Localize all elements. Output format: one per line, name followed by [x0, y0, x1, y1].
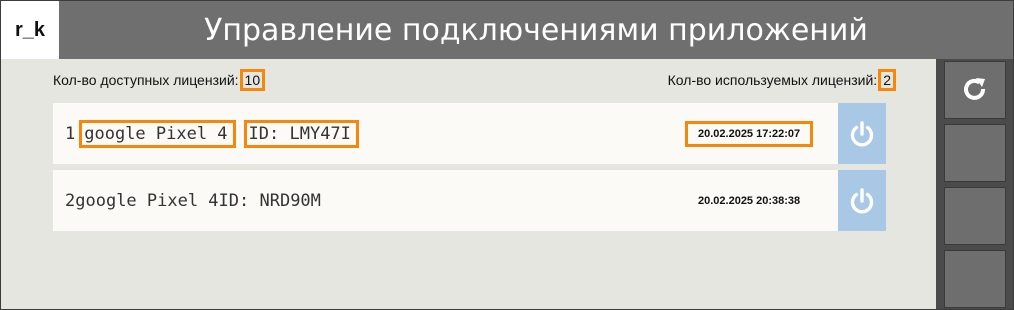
sidebar-button-4[interactable]	[944, 250, 1006, 308]
used-licenses-label: Кол-во используемых лицензий:	[667, 72, 878, 88]
app-window: r_k Управление подключениями приложений …	[0, 0, 1014, 310]
device-name: google Pixel 4	[75, 190, 219, 211]
disconnect-button[interactable]	[838, 170, 886, 231]
refresh-button[interactable]	[944, 61, 1006, 119]
connection-index: 1	[65, 123, 76, 144]
device-id: ID: NRD90M	[218, 190, 321, 211]
main-panel: Кол-во доступных лицензий: 10 Кол-во исп…	[1, 59, 936, 309]
refresh-icon	[964, 78, 986, 100]
datetime-value: 20.02.2025 17:22:07	[685, 120, 814, 147]
device-name: google Pixel 4	[79, 119, 236, 148]
connection-index: 2	[65, 190, 76, 211]
connection-row: 1 google Pixel 4 ID: LMY47I 20.02.2025 17:…	[53, 103, 886, 164]
header-bar: r_k Управление подключениями приложений	[1, 1, 1013, 59]
connection-datetime: 20.02.2025 17:22:07	[685, 103, 814, 164]
connection-info: 2 google Pixel 4 ID: NRD90M	[65, 170, 321, 231]
datetime-value: 20.02.2025 20:38:38	[698, 194, 801, 207]
connection-info: 1 google Pixel 4 ID: LMY47I	[65, 103, 363, 164]
used-licenses: Кол-во используемых лицензий: 2	[668, 69, 896, 91]
available-licenses-value: 10	[239, 69, 266, 91]
disconnect-button[interactable]	[838, 103, 886, 164]
page-title: Управление подключениями приложений	[204, 12, 868, 48]
app-logo: r_k	[1, 1, 59, 59]
connection-datetime: 20.02.2025 20:38:38	[685, 170, 813, 231]
sidebar	[936, 59, 1013, 309]
power-icon	[850, 187, 874, 213]
sidebar-button-3[interactable]	[944, 187, 1006, 245]
sidebar-button-2[interactable]	[944, 124, 1006, 182]
available-licenses: Кол-во доступных лицензий: 10	[53, 69, 266, 91]
available-licenses-label: Кол-во доступных лицензий:	[53, 72, 239, 88]
power-icon	[850, 120, 874, 146]
connection-row: 2 google Pixel 4 ID: NRD90M 20.02.2025 2…	[53, 170, 886, 231]
device-id: ID: LMY47I	[243, 119, 359, 148]
used-licenses-value: 2	[878, 69, 896, 91]
